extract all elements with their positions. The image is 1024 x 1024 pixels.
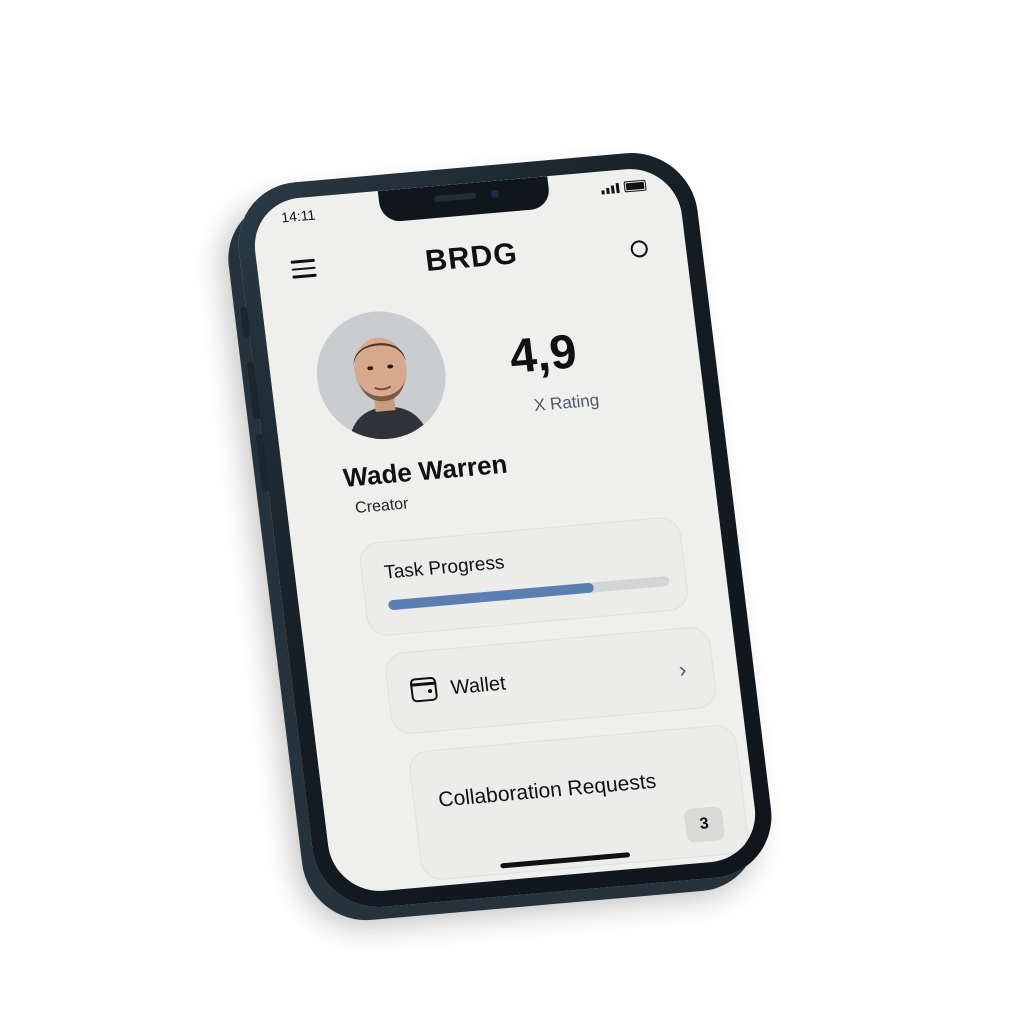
chevron-right-icon: › — [677, 656, 688, 683]
mute-switch — [239, 306, 251, 338]
volume-down-button — [255, 433, 270, 493]
rating-label: X Rating — [532, 390, 601, 415]
notch — [377, 176, 552, 223]
battery-icon — [623, 179, 647, 193]
task-progress-card[interactable]: Task Progress — [357, 515, 691, 638]
avatar-portrait — [309, 306, 453, 445]
phone-screen: 14:11 BRDG 4,9 X Rating Wade Warren Crea… — [249, 164, 761, 896]
collaboration-count-badge[interactable]: 3 — [683, 806, 726, 844]
task-progress-bar — [387, 575, 671, 611]
brand-title: BRDG — [423, 237, 520, 278]
signal-icon — [601, 182, 620, 195]
volume-up-button — [246, 361, 261, 420]
avatar[interactable] — [309, 306, 453, 445]
user-name: Wade Warren — [341, 448, 509, 493]
task-progress-fill — [387, 582, 595, 611]
collaboration-requests-label: Collaboration Requests — [437, 769, 658, 812]
front-camera — [490, 189, 500, 199]
wallet-card[interactable]: Wallet › — [383, 625, 719, 736]
wallet-icon — [409, 676, 439, 703]
stage: 14:11 BRDG 4,9 X Rating Wade Warren Crea… — [0, 0, 1024, 1024]
speaker — [433, 192, 477, 203]
status-time: 14:11 — [280, 206, 317, 226]
status-icons — [600, 179, 647, 195]
wallet-label: Wallet — [449, 672, 507, 700]
task-progress-title: Task Progress — [383, 552, 506, 584]
rating-value: 4,9 — [506, 325, 580, 384]
phone-frame: 14:11 BRDG 4,9 X Rating Wade Warren Crea… — [231, 147, 779, 913]
user-role: Creator — [354, 495, 410, 517]
